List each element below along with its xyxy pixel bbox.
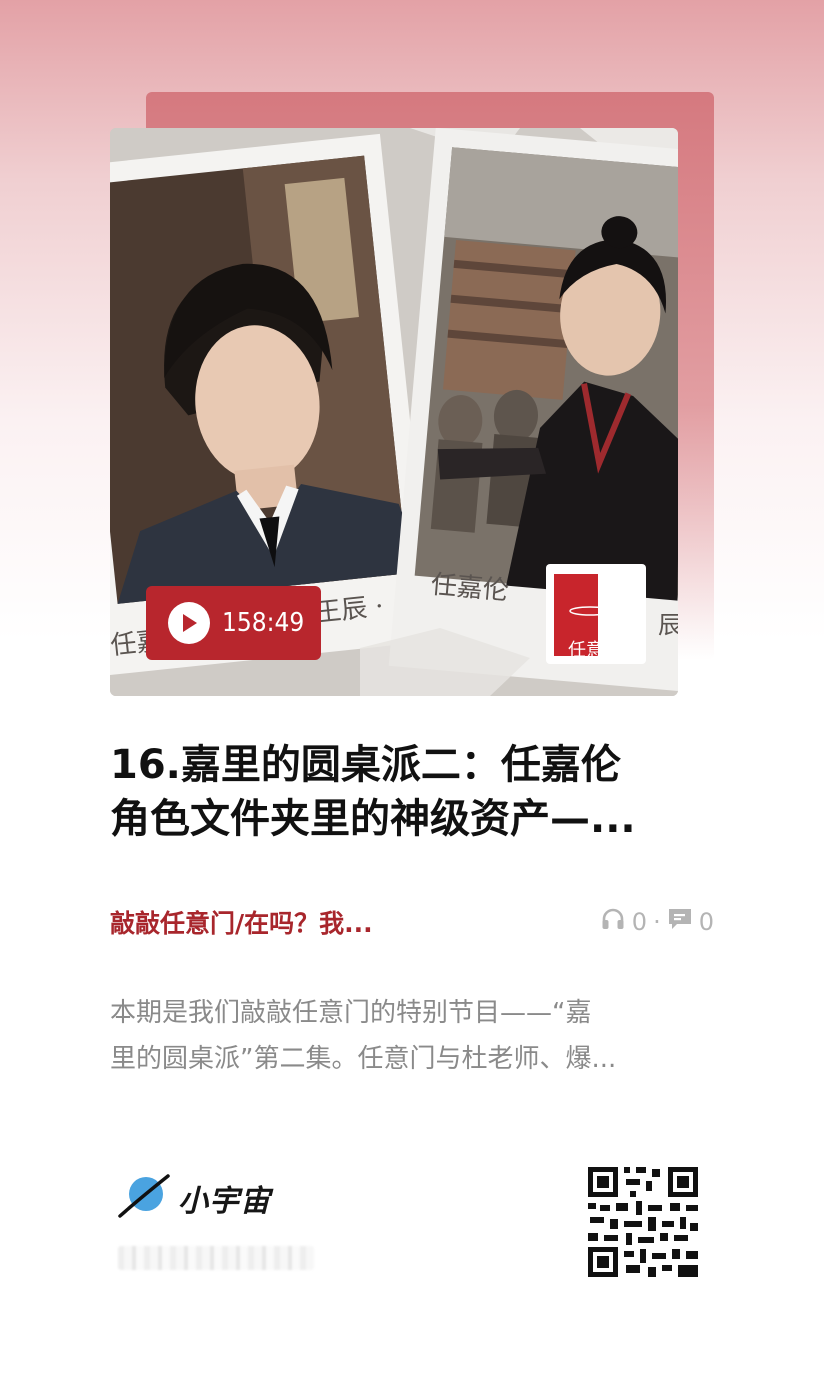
episode-stats: 0 · 0 [600, 906, 714, 938]
svg-text:任意门: 任意门 [568, 640, 622, 661]
brand-name: 小宇宙 [178, 1184, 271, 1219]
headphones-icon [600, 906, 626, 938]
right-photo-caption-end: 辰 [658, 611, 678, 639]
qr-code [586, 1165, 700, 1279]
episode-title-line-1: 16.嘉里的圆桌派二：任嘉伦 [110, 742, 621, 788]
comment-count: 0 [698, 908, 714, 936]
stats-separator: · [653, 908, 661, 936]
play-duration-badge[interactable]: 158:49 [146, 586, 321, 660]
episode-meta-row: 敲敲任意门/在吗？我... 0 · 0 [110, 900, 714, 944]
listen-count: 0 [631, 908, 648, 936]
comment-icon [667, 906, 693, 938]
episode-description-line-2: 里的圆桌派”第二集。任意门与杜老师、爆... [110, 1044, 617, 1074]
blurred-subtext [118, 1246, 314, 1270]
brand-logo: 小宇宙 [118, 1172, 271, 1224]
episode-title[interactable]: 16.嘉里的圆桌派二：任嘉伦 角色文件夹里的神级资产—... [110, 738, 690, 846]
episode-duration: 158:49 [222, 608, 305, 638]
planet-logo-icon [118, 1172, 170, 1224]
podcast-channel-link[interactable]: 敲敲任意门/在吗？我... [110, 904, 373, 940]
episode-description[interactable]: 本期是我们敲敲任意门的特别节目——“嘉 里的圆桌派”第二集。任意门与杜老师、爆.… [110, 990, 700, 1082]
episode-description-line-1: 本期是我们敲敲任意门的特别节目——“嘉 [110, 998, 592, 1028]
mini-cover-thumbnail: 任意门 [546, 564, 646, 664]
episode-title-line-2: 角色文件夹里的神级资产—... [110, 796, 636, 842]
play-icon[interactable] [168, 602, 210, 644]
